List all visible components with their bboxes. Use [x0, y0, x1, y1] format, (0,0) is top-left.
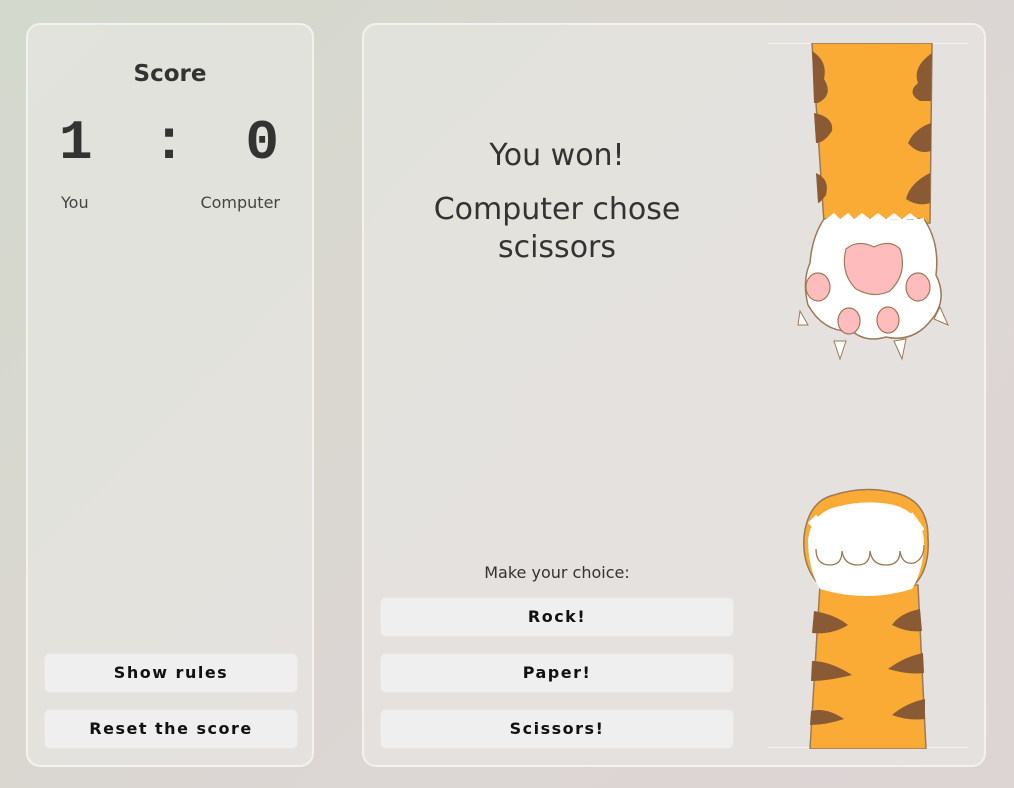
- result-text: You won!: [489, 138, 625, 173]
- score-title: Score: [133, 61, 207, 87]
- top-paw-icon: [797, 43, 949, 361]
- score-separator: :: [152, 111, 188, 175]
- bottom-paw-icon: [803, 488, 929, 749]
- show-rules-button[interactable]: Show rules: [44, 653, 298, 693]
- computer-label: Computer: [200, 193, 280, 212]
- choice-prompt: Make your choice:: [484, 563, 630, 582]
- computer-score: 0: [245, 111, 282, 175]
- player-label: You: [61, 193, 89, 212]
- score-panel: Score 1 : 0 You Computer Show rules Rese…: [26, 23, 314, 767]
- player-score: 1: [58, 111, 95, 175]
- score-display: 1 : 0: [28, 111, 312, 175]
- rock-button[interactable]: Rock!: [380, 597, 734, 637]
- game-panel: You won! Computer chose scissors Make yo…: [362, 23, 986, 767]
- scissors-button[interactable]: Scissors!: [380, 709, 734, 749]
- paper-button[interactable]: Paper!: [380, 653, 734, 693]
- reset-score-button[interactable]: Reset the score: [44, 709, 298, 749]
- computer-choice-text: Computer chose scissors: [433, 192, 681, 265]
